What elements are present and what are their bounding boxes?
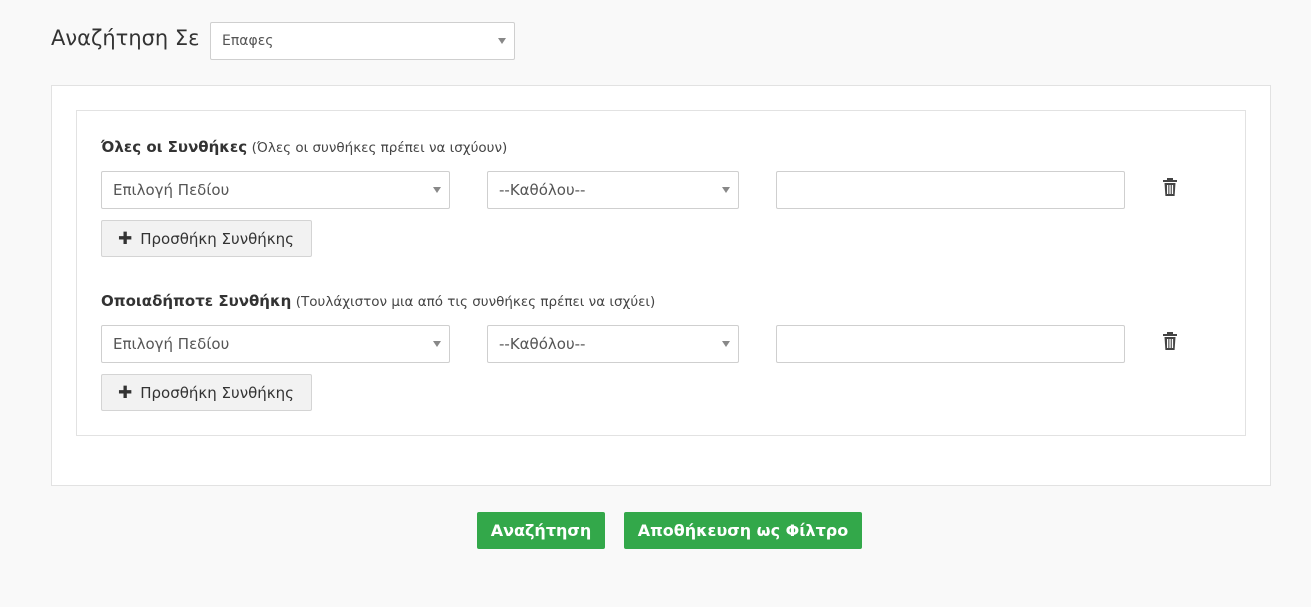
- any-add-condition-button[interactable]: ✚ Προσθήκη Συνθήκης: [101, 374, 312, 411]
- caret-down-icon: [722, 187, 730, 193]
- any-condition-heading: Οποιαδήποτε Συνθήκη (Τουλάχιστον μια από…: [101, 292, 655, 310]
- any-condition-hint: (Τουλάχιστον μια από τις συνθήκες πρέπει…: [295, 294, 656, 310]
- trash-icon[interactable]: [1162, 178, 1178, 196]
- caret-down-icon: [433, 341, 441, 347]
- search-in-label: Αναζήτηση Σε: [51, 26, 200, 50]
- all-add-condition-label: Προσθήκη Συνθήκης: [140, 229, 294, 248]
- all-operator-select[interactable]: --Καθόλου--: [487, 171, 739, 209]
- all-condition-value-input[interactable]: [776, 171, 1125, 209]
- all-field-select[interactable]: Επιλογή Πεδίου: [101, 171, 450, 209]
- any-operator-select-value: --Καθόλου--: [499, 335, 586, 353]
- any-field-select[interactable]: Επιλογή Πεδίου: [101, 325, 450, 363]
- caret-down-icon: [722, 341, 730, 347]
- trash-icon[interactable]: [1162, 332, 1178, 350]
- module-select[interactable]: Επαφες: [210, 22, 515, 60]
- caret-down-icon: [433, 187, 441, 193]
- all-conditions-title: Όλες οι Συνθήκες: [101, 138, 248, 156]
- any-add-condition-label: Προσθήκη Συνθήκης: [140, 383, 294, 402]
- plus-icon: ✚: [118, 382, 133, 403]
- caret-down-icon: [498, 38, 506, 44]
- all-add-condition-button[interactable]: ✚ Προσθήκη Συνθήκης: [101, 220, 312, 257]
- all-field-select-value: Επιλογή Πεδίου: [113, 181, 230, 199]
- any-operator-select[interactable]: --Καθόλου--: [487, 325, 739, 363]
- any-condition-title: Οποιαδήποτε Συνθήκη: [101, 292, 292, 310]
- all-conditions-heading: Όλες οι Συνθήκες (Όλες οι συνθήκες πρέπε…: [101, 138, 507, 156]
- any-field-select-value: Επιλογή Πεδίου: [113, 335, 230, 353]
- search-button[interactable]: Αναζήτηση: [477, 512, 605, 549]
- save-as-filter-button[interactable]: Αποθήκευση ως Φίλτρο: [624, 512, 862, 549]
- all-operator-select-value: --Καθόλου--: [499, 181, 586, 199]
- module-select-value: Επαφες: [222, 33, 274, 49]
- any-condition-value-input[interactable]: [776, 325, 1125, 363]
- plus-icon: ✚: [118, 228, 133, 249]
- all-conditions-hint: (Όλες οι συνθήκες πρέπει να ισχύουν): [251, 140, 508, 156]
